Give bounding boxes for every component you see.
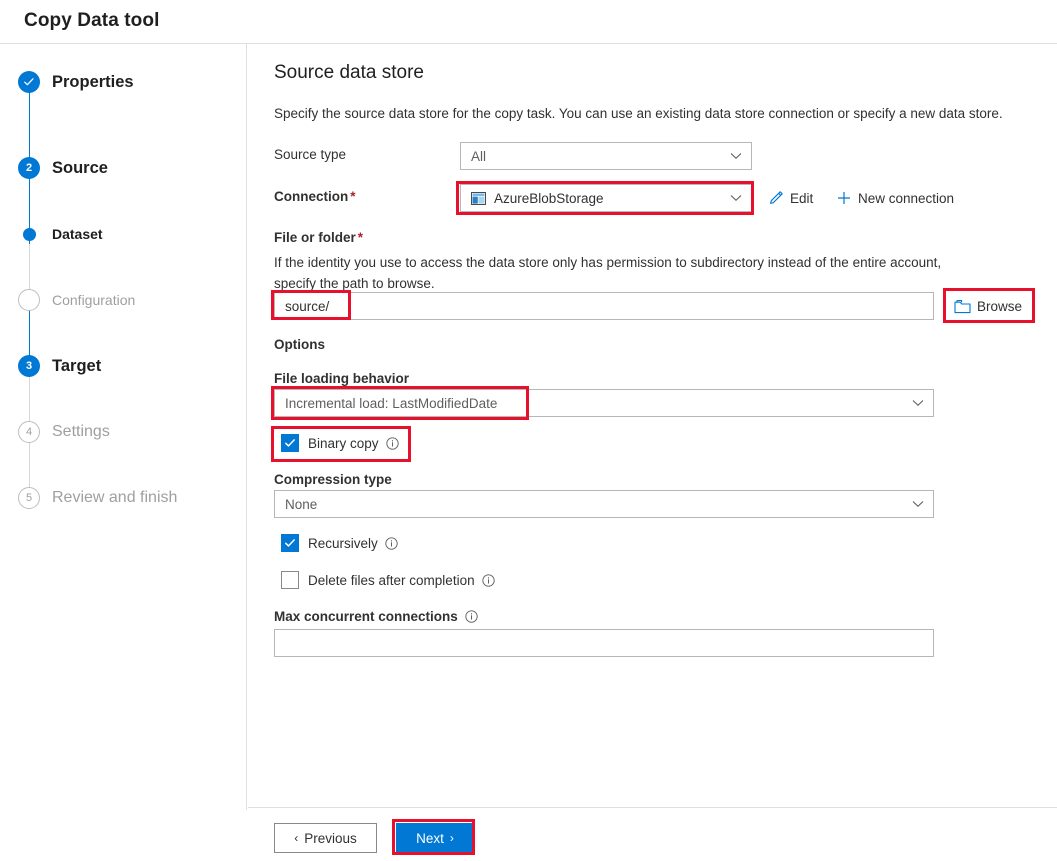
source-type-label: Source type [274,147,347,162]
chevron-down-icon [729,149,743,163]
sidebar-step-label-target: Target [52,356,102,375]
delete-files-checkbox-row[interactable]: Delete files after completion [281,571,495,589]
options-heading: Options [274,337,325,352]
file-or-folder-label-text: File or folder [274,230,356,245]
info-icon[interactable] [385,436,399,450]
previous-button[interactable]: ‹ Previous [274,823,377,853]
sidebar-step-label-settings: Settings [52,423,110,440]
sidebar-step-label-properties: Properties [52,72,134,91]
required-asterisk: * [357,230,364,245]
new-connection-label: New connection [858,190,955,206]
page-title: Source data store [274,62,424,83]
connection-value: AzureBlobStorage [494,190,604,206]
pencil-edit-icon [768,190,784,206]
next-button-label: Next [416,830,444,846]
sidebar-step-dataset[interactable]: Dataset [18,222,103,246]
browse-button[interactable]: Browse [954,295,1022,317]
page-description: Specify the source data store for the co… [274,106,1003,121]
window-title: Copy Data tool [24,10,160,31]
sidebar-step-properties[interactable]: Properties [18,70,134,94]
chevron-down-icon [729,191,743,205]
step-number-badge-4: 4 [18,421,40,443]
max-concurrent-connections-input[interactable] [274,629,934,657]
step-hollow-circle-icon-configuration [18,289,40,311]
wizard-sidebar: Properties 2 Source Dataset Configuratio… [0,44,247,810]
connection-label: Connection * [274,189,356,204]
info-icon[interactable] [465,610,478,623]
connection-label-text: Connection [274,189,349,204]
sidebar-step-label-source: Source [52,158,108,177]
compression-type-value: None [285,496,318,512]
wizard-footer: ‹ Previous Next › [248,807,1057,861]
folder-icon [954,299,971,314]
sidebar-step-target[interactable]: 3 Target [18,354,101,378]
step-number-badge-3: 3 [18,355,40,377]
step-number-badge-5: 5 [18,487,40,509]
compression-type-dropdown[interactable]: None [274,490,934,518]
sidebar-step-settings[interactable]: 4 Settings [18,420,110,444]
max-concurrent-connections-label-row: Max concurrent connections [274,609,478,624]
delete-files-checkbox[interactable] [281,571,299,589]
chevron-down-icon [911,497,925,511]
chevron-left-icon: ‹ [294,831,299,845]
sidebar-step-configuration[interactable]: Configuration [18,288,135,312]
compression-type-label: Compression type [274,472,392,487]
source-type-dropdown[interactable]: All [460,142,752,170]
info-icon[interactable] [481,573,495,587]
sidebar-step-label-configuration: Configuration [52,292,136,308]
step-complete-check-icon [18,71,40,93]
max-concurrent-connections-label: Max concurrent connections [274,609,458,624]
step-dot-icon-dataset [18,223,40,245]
sidebar-step-label-review-and-finish: Review and finish [52,489,178,506]
binary-copy-checkbox[interactable] [281,434,299,452]
step-number-badge-2: 2 [18,157,40,179]
file-loading-behavior-dropdown[interactable]: Incremental load: LastModifiedDate [274,389,934,417]
recursively-checkbox-row[interactable]: Recursively [281,534,398,552]
sidebar-step-label-dataset: Dataset [52,226,103,242]
chevron-down-icon [911,396,925,410]
edit-connection-button[interactable]: Edit [768,187,813,209]
sidebar-step-review-and-finish[interactable]: 5 Review and finish [18,486,177,510]
browse-label: Browse [977,298,1023,314]
binary-copy-checkbox-row[interactable]: Binary copy [281,434,399,452]
next-button[interactable]: Next › [396,823,474,853]
file-or-folder-helper-text: If the identity you use to access the da… [274,255,942,291]
edit-connection-label: Edit [790,190,814,206]
delete-files-label: Delete files after completion [308,572,475,588]
binary-copy-label: Binary copy [308,435,379,451]
plus-icon [836,190,852,206]
chevron-right-icon: › [449,831,454,845]
previous-button-label: Previous [304,830,357,846]
file-loading-behavior-label: File loading behavior [274,371,410,386]
source-type-value: All [471,148,487,164]
file-or-folder-input[interactable]: source/ [274,292,934,320]
window-title-bar: Copy Data tool [0,0,1057,44]
recursively-checkbox[interactable] [281,534,299,552]
file-loading-behavior-value: Incremental load: LastModifiedDate [285,395,498,411]
file-or-folder-value: source/ [285,298,330,314]
main-content-panel: Source data store Specify the source dat… [248,44,1057,807]
new-connection-button[interactable]: New connection [836,187,954,209]
file-or-folder-label: File or folder * [274,230,363,245]
azure-blob-storage-icon [471,191,486,205]
recursively-label: Recursively [308,535,378,551]
connection-dropdown[interactable]: AzureBlobStorage [460,184,752,212]
info-icon[interactable] [385,536,398,550]
sidebar-step-source[interactable]: 2 Source [18,156,108,180]
required-asterisk: * [350,189,356,204]
